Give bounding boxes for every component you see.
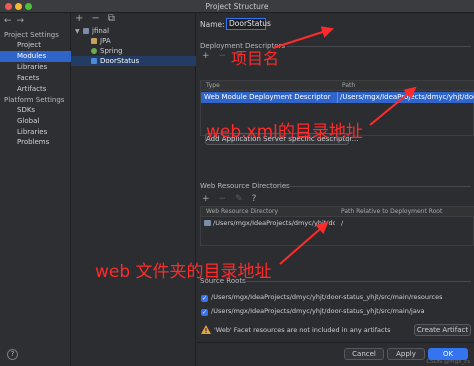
warning-icon — [201, 325, 211, 334]
web-resource-table: Web Resource Directory Path Relative to … — [200, 206, 474, 246]
checkbox-checked-icon[interactable]: ✓ — [201, 309, 208, 316]
web-resource-dir-cell: /Users/mgx/IdeaProjects/dmyc/yhjt/do — [213, 219, 335, 227]
annotation-web-folder-dir: web 文件夹的目录地址 — [95, 262, 272, 282]
remove-web-resource-icon[interactable]: − — [219, 194, 227, 204]
back-arrow-icon[interactable]: ← — [4, 16, 12, 26]
column-header-web-resource-directory[interactable]: Web Resource Directory — [206, 208, 278, 215]
source-root-row[interactable]: ✓/Users/mgx/IdeaProjects/dmyc/yhjt/door-… — [201, 292, 443, 302]
section-divider — [287, 46, 471, 47]
column-header-type[interactable]: Type — [206, 82, 220, 89]
window-title: Project Structure — [205, 2, 269, 11]
column-header-path[interactable]: Path — [342, 82, 355, 89]
remove-descriptor-icon[interactable]: − — [219, 51, 227, 61]
settings-sidebar: ← → Project Settings Project Modules Libr… — [0, 13, 71, 366]
jpa-facet-icon — [91, 38, 97, 44]
column-header-relative-path[interactable]: Path Relative to Deployment Root — [341, 208, 442, 215]
web-resource-directories-title: Web Resource Directories — [200, 182, 290, 190]
remove-module-icon[interactable]: − — [91, 13, 99, 24]
section-divider — [283, 186, 471, 187]
tree-node-jpa[interactable]: JPA — [71, 36, 196, 46]
folder-icon — [204, 220, 211, 226]
tree-node-jfinal[interactable]: ▼ jfinal — [71, 26, 196, 36]
forward-arrow-icon[interactable]: → — [17, 16, 25, 26]
sidebar-item-facets[interactable]: Facets — [0, 73, 71, 84]
module-folder-icon — [83, 28, 89, 34]
sidebar-item-project[interactable]: Project — [0, 40, 71, 51]
sidebar-item-artifacts[interactable]: Artifacts — [0, 84, 71, 95]
add-module-icon[interactable]: + — [75, 13, 83, 24]
source-root-row[interactable]: ✓/Users/mgx/IdeaProjects/dmyc/yhjt/door-… — [201, 306, 425, 316]
tree-node-spring[interactable]: Spring — [71, 46, 196, 56]
tree-node-doorstatus[interactable]: DoorStatus — [71, 56, 196, 66]
create-artifact-button[interactable]: Create Artifact — [414, 324, 471, 336]
annotation-project-name: 项目名 — [231, 49, 280, 68]
title-bar: Project Structure — [0, 0, 474, 13]
column-separator — [337, 92, 338, 103]
nav-arrows: ← → — [4, 16, 29, 26]
table-header: Type Path — [201, 81, 474, 91]
watermark: CSDN @mgx_cs — [426, 359, 470, 365]
facet-name-input[interactable]: DoorStatus — [226, 18, 271, 30]
module-tree-panel: + − ⧉ ▼ jfinal JPA Spring DoorStatus — [71, 13, 196, 366]
web-facet-icon — [91, 58, 97, 64]
section-divider — [242, 281, 471, 282]
descriptor-type-cell: Web Module Deployment Descriptor — [204, 93, 331, 101]
artifact-warning: 'Web' Facet resources are not included i… — [201, 325, 391, 334]
sidebar-item-global-libraries[interactable]: Global Libraries — [0, 116, 71, 136]
descriptor-path-cell: /Users/mgx/IdeaProjects/dmyc/yhjt/door-s… — [340, 93, 474, 101]
tree-toolbar: + − ⧉ — [75, 13, 123, 25]
checkbox-checked-icon[interactable]: ✓ — [201, 295, 208, 302]
web-resource-toolbar: + − ✎? — [202, 194, 265, 204]
annotation-web-xml-dir: web.xml的目录地址 — [206, 122, 363, 142]
apply-button[interactable]: Apply — [387, 348, 425, 360]
table-row[interactable]: Web Module Deployment Descriptor /Users/… — [201, 92, 474, 103]
sidebar-item-libraries[interactable]: Libraries — [0, 62, 71, 73]
add-descriptor-icon[interactable]: + — [202, 51, 210, 61]
sidebar-item-modules[interactable]: Modules — [0, 51, 71, 62]
sidebar-item-sdks[interactable]: SDKs — [0, 105, 71, 116]
table-header: Web Resource Directory Path Relative to … — [201, 207, 474, 217]
name-label: Name: — [200, 20, 225, 29]
edit-web-resource-icon[interactable]: ✎ — [235, 194, 243, 204]
footer-divider — [197, 342, 474, 343]
sidebar-section-project-settings: Project Settings — [4, 31, 59, 39]
cancel-button[interactable]: Cancel — [344, 348, 384, 360]
add-web-resource-icon[interactable]: + — [202, 194, 210, 204]
copy-module-icon[interactable]: ⧉ — [108, 13, 115, 24]
help-web-resource-icon[interactable]: ? — [252, 194, 257, 204]
table-row[interactable]: /Users/mgx/IdeaProjects/dmyc/yhjt/do / — [201, 218, 474, 228]
help-button[interactable]: ? — [7, 349, 18, 360]
sidebar-section-platform-settings: Platform Settings — [4, 96, 65, 104]
sidebar-item-problems[interactable]: Problems — [0, 137, 71, 148]
spring-facet-icon — [91, 48, 97, 54]
relative-path-cell: / — [341, 219, 344, 227]
